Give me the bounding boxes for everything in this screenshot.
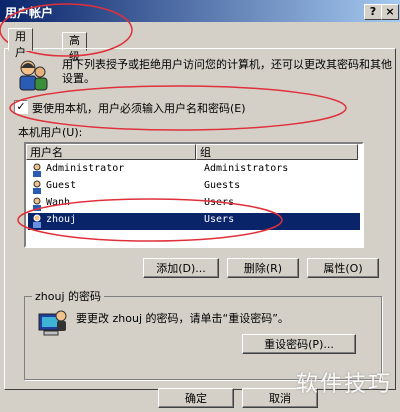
description-text: 用下列表授予或拒绝用户访问您的计算机，还可以更改其密码和其他设置。 — [62, 58, 392, 85]
user-group: Guests — [204, 180, 241, 191]
table-row-selected[interactable]: zhouj Users — [28, 213, 360, 230]
add-user-button[interactable]: 添加(D)... — [143, 258, 219, 278]
user-icon — [33, 163, 41, 177]
users-list-label: 本机用户(U): — [18, 126, 83, 139]
column-header-group[interactable]: 组 — [196, 144, 358, 160]
user-name: zhouj — [46, 214, 77, 225]
user-group: Administrators — [204, 163, 289, 174]
table-row[interactable]: Wanh Users — [28, 196, 360, 213]
user-group: Users — [204, 214, 235, 225]
password-group-title: zhouj 的密码 — [32, 288, 104, 304]
user-name: Guest — [46, 180, 77, 191]
title-bar: 用户帐户 ? × — [0, 0, 400, 22]
properties-button[interactable]: 属性(O) — [307, 258, 379, 278]
computer-user-icon — [38, 310, 67, 336]
password-instructions: 要更改 zhouj 的密码，请单击“重设密码”。 — [76, 312, 289, 325]
help-button[interactable]: ? — [364, 4, 382, 20]
user-name: Wanh — [46, 197, 71, 208]
ok-button[interactable]: 确定 — [158, 388, 234, 408]
column-header-username[interactable]: 用户名 — [26, 144, 196, 160]
tab-users[interactable]: 用户 — [8, 28, 33, 59]
require-login-label: 要使用本机，用户必须输入用户名和密码(E) — [32, 102, 246, 115]
table-row[interactable]: Administrator Administrators — [28, 162, 360, 179]
user-name: Administrator — [46, 163, 125, 174]
window-title: 用户帐户 — [5, 6, 54, 20]
table-row[interactable]: Guest Guests — [28, 179, 360, 196]
user-group: Users — [204, 197, 235, 208]
user-icon — [33, 197, 41, 211]
close-button[interactable]: × — [381, 4, 399, 20]
user-icon — [33, 214, 41, 228]
remove-user-button[interactable]: 删除(R) — [227, 258, 299, 278]
users-listview[interactable]: 用户名 组 Administrator Administrators Guest… — [24, 142, 364, 248]
watermark: 软件技巧 — [295, 372, 392, 397]
user-icon — [33, 180, 41, 194]
reset-password-button[interactable]: 重设密码(P)... — [242, 334, 356, 354]
users-icon — [19, 60, 48, 91]
require-login-checkbox[interactable]: ✓ — [14, 100, 28, 114]
